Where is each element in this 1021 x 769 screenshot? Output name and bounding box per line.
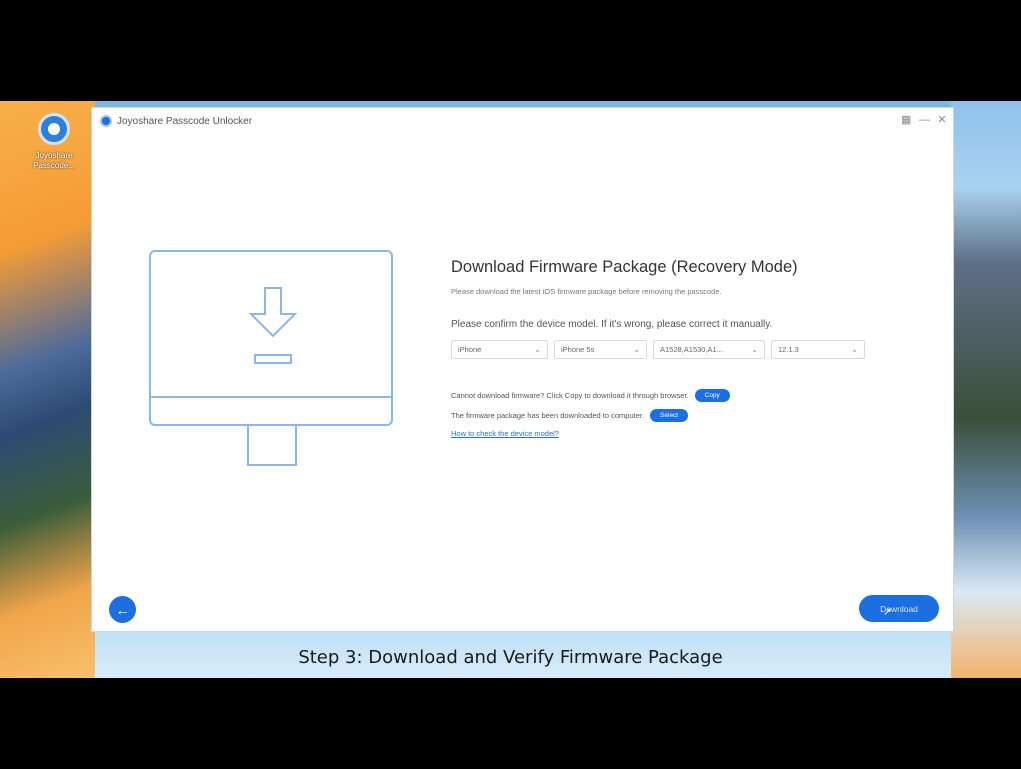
cannot-download-text: Cannot download firmware? Click Copy to … (451, 391, 689, 400)
model-number-value: A1528,A1530,A1... (660, 345, 723, 354)
letterbox-top (0, 0, 1021, 101)
device-model-value: iPhone 5s (561, 345, 595, 354)
device-model-help-link[interactable]: How to check the device model? (451, 429, 891, 438)
monitor-bezel (151, 396, 391, 398)
desktop-shortcut-label: Joyoshare Passcode... (33, 151, 75, 170)
title-bar: Joyoshare Passcode Unlocker ▦ — ✕ (92, 108, 953, 134)
download-button[interactable]: Download ➚ (859, 595, 939, 622)
back-button[interactable]: ← (109, 596, 136, 623)
joyoshare-app-icon (38, 113, 70, 145)
wallpaper-right (951, 101, 1021, 678)
menu-icon[interactable]: ▦ (901, 113, 911, 127)
monitor-stand (247, 426, 297, 466)
chevron-down-icon: ⌄ (534, 345, 541, 354)
model-number-select[interactable]: A1528,A1530,A1... ⌄ (653, 340, 765, 359)
copy-button[interactable]: Copy (694, 389, 730, 402)
video-frame: Joyoshare Passcode... Joyoshare Passcode… (0, 0, 1021, 769)
chevron-down-icon: ⌄ (851, 345, 858, 354)
ios-version-value: 12.1.3 (778, 345, 799, 354)
desktop-shortcut[interactable]: Joyoshare Passcode... (28, 113, 80, 171)
app-window: Joyoshare Passcode Unlocker ▦ — ✕ Downlo… (91, 107, 954, 632)
mouse-cursor-icon: ➚ (883, 606, 893, 618)
video-caption: Step 3: Download and Verify Firmware Pac… (298, 647, 723, 668)
close-icon[interactable]: ✕ (937, 113, 947, 127)
chevron-down-icon: ⌄ (751, 345, 758, 354)
window-title: Joyoshare Passcode Unlocker (117, 115, 253, 127)
page-title: Download Firmware Package (Recovery Mode… (451, 258, 798, 276)
device-model-select[interactable]: iPhone 5s ⌄ (554, 340, 647, 359)
download-arrow-icon (248, 287, 298, 364)
wallpaper-left (0, 101, 95, 678)
firmware-panel: Download Firmware Package (Recovery Mode… (451, 258, 891, 438)
app-logo-icon (100, 115, 112, 127)
page-subtitle: Please download the latest iOS firmware … (451, 287, 722, 296)
letterbox-bottom (0, 678, 1021, 769)
copy-row: Cannot download firmware? Click Copy to … (451, 389, 891, 402)
monitor-illustration (149, 250, 393, 426)
minimize-icon[interactable]: — (919, 113, 930, 127)
ios-version-select[interactable]: 12.1.3 ⌄ (771, 340, 865, 359)
arrow-left-icon: ← (115, 601, 130, 618)
select-row: The firmware package has been downloaded… (451, 409, 891, 422)
confirm-instruction: Please confirm the device model. If it's… (451, 319, 773, 330)
device-type-value: iPhone (458, 345, 482, 354)
chevron-down-icon: ⌄ (633, 345, 640, 354)
downloaded-text: The firmware package has been downloaded… (451, 411, 645, 420)
window-controls: ▦ — ✕ (901, 113, 947, 127)
device-type-select[interactable]: iPhone ⌄ (451, 340, 548, 359)
select-button[interactable]: Select (650, 409, 689, 422)
device-model-selects: iPhone ⌄ iPhone 5s ⌄ A1528,A1530,A1... ⌄… (451, 340, 891, 359)
